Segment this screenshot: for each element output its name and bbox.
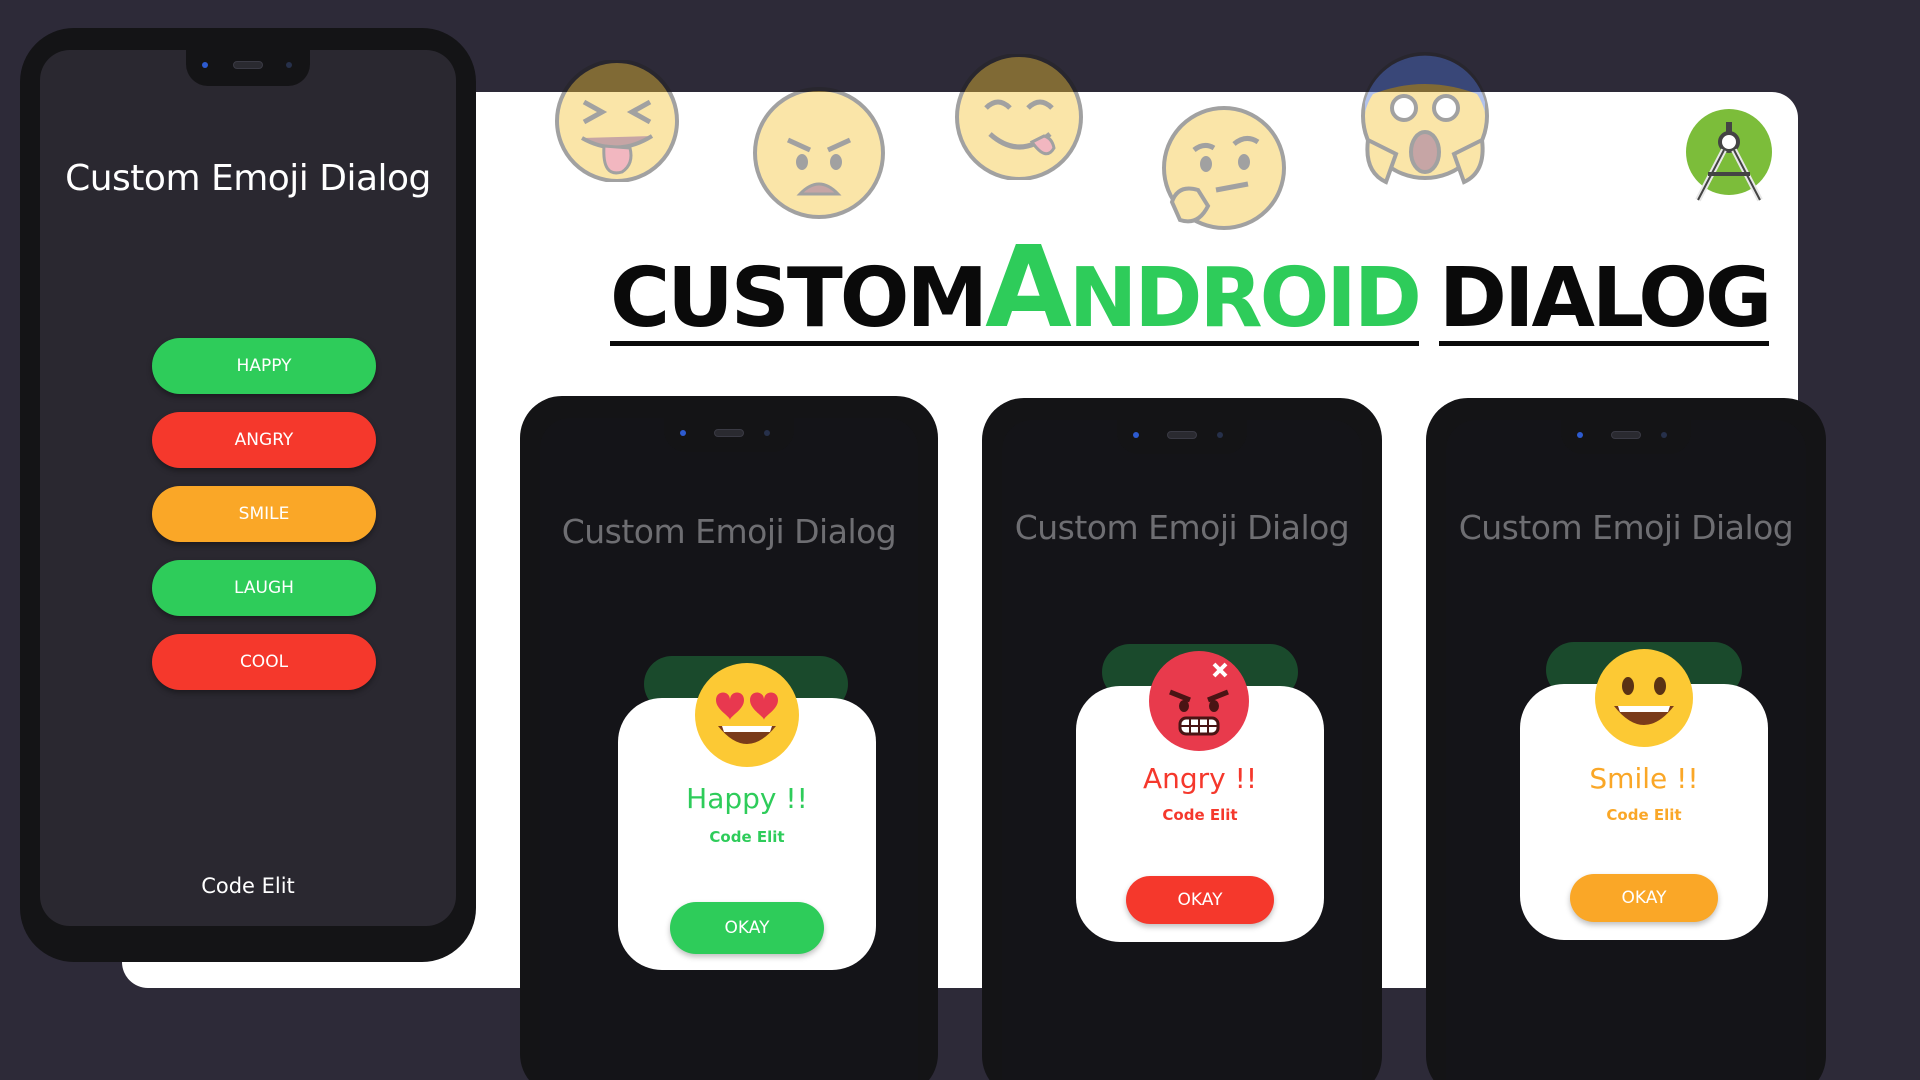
app-title: Custom Emoji Dialog [1014, 508, 1350, 547]
dialog-phone-screen: Custom Emoji Dialog Angry !! Code Elit O… [1002, 420, 1362, 1080]
dialog-phone-screen: Custom Emoji Dialog Smile !! Code Elit O… [1446, 420, 1806, 1080]
app-title: Custom Emoji Dialog [65, 158, 431, 199]
okay-button[interactable]: OKAY [1126, 876, 1274, 924]
speaker-icon [1611, 431, 1641, 439]
speaker-icon [233, 61, 263, 69]
dialog-phone-angry: Custom Emoji Dialog Angry !! Code Elit O… [982, 398, 1382, 1080]
main-phone-screen: Custom Emoji Dialog HAPPY ANGRY SMILE LA… [40, 50, 456, 926]
dialog-title: Smile !! [1589, 762, 1699, 795]
cool-button[interactable]: COOL [152, 634, 376, 690]
camera-icon [202, 62, 208, 68]
footer-brand: Code Elit [201, 874, 295, 898]
dialog-title: Angry !! [1142, 762, 1258, 795]
app-title: Custom Emoji Dialog [561, 512, 897, 551]
sensor-icon [764, 430, 770, 436]
speaker-icon [1167, 431, 1197, 439]
app-title: Custom Emoji Dialog [1458, 508, 1794, 547]
android-studio-logo-icon [1686, 109, 1772, 202]
phone-notch [186, 50, 310, 86]
grinning-emoji-icon [1595, 649, 1693, 747]
phone-notch [664, 418, 794, 452]
angry-button[interactable]: ANGRY [152, 412, 376, 468]
okay-button[interactable]: OKAY [670, 902, 824, 954]
dialog-subtitle: Code Elit [1606, 806, 1682, 824]
main-phone: Custom Emoji Dialog HAPPY ANGRY SMILE LA… [20, 28, 476, 962]
dialog-subtitle: Code Elit [1162, 806, 1238, 824]
dialog-title: Happy !! [686, 782, 808, 815]
speaker-icon [714, 429, 744, 437]
camera-icon [680, 430, 686, 436]
camera-icon [1133, 432, 1139, 438]
yum-emoji-icon [955, 54, 1083, 180]
okay-button[interactable]: OKAY [1570, 874, 1718, 922]
headline-custom: CUSTOM [610, 251, 988, 346]
thinking-emoji-icon [1162, 106, 1286, 230]
happy-button[interactable]: HAPPY [152, 338, 376, 394]
sensor-icon [1217, 432, 1223, 438]
dialog-phone-screen: Custom Emoji Dialog Happy !! Code Elit O… [540, 418, 918, 1080]
heart-eyes-emoji-icon [695, 663, 799, 767]
headline-android-rest: NDROID [1068, 251, 1422, 346]
scream-emoji-icon [1361, 52, 1489, 185]
sensor-icon [1661, 432, 1667, 438]
laugh-button[interactable]: LAUGH [152, 560, 376, 616]
phone-notch [1117, 420, 1247, 454]
headline-android: ANDROID [985, 223, 1422, 353]
headline: CUSTOMANDROID DIALOG [610, 232, 1772, 346]
angry-red-emoji-icon [1149, 651, 1249, 751]
smile-button[interactable]: SMILE [152, 486, 376, 542]
angry-emoji-icon [753, 87, 885, 219]
dialog-phone-smile: Custom Emoji Dialog Smile !! Code Elit O… [1426, 398, 1826, 1080]
dialog-subtitle: Code Elit [709, 828, 785, 846]
headline-dialog: DIALOG [1438, 251, 1772, 346]
squint-tongue-emoji-icon [555, 60, 679, 182]
camera-icon [1577, 432, 1583, 438]
headline-android-initial: A [985, 223, 1072, 353]
sensor-icon [286, 62, 292, 68]
dialog-phone-happy: Custom Emoji Dialog Happy !! Code Elit O… [520, 396, 938, 1080]
phone-notch [1561, 420, 1691, 454]
